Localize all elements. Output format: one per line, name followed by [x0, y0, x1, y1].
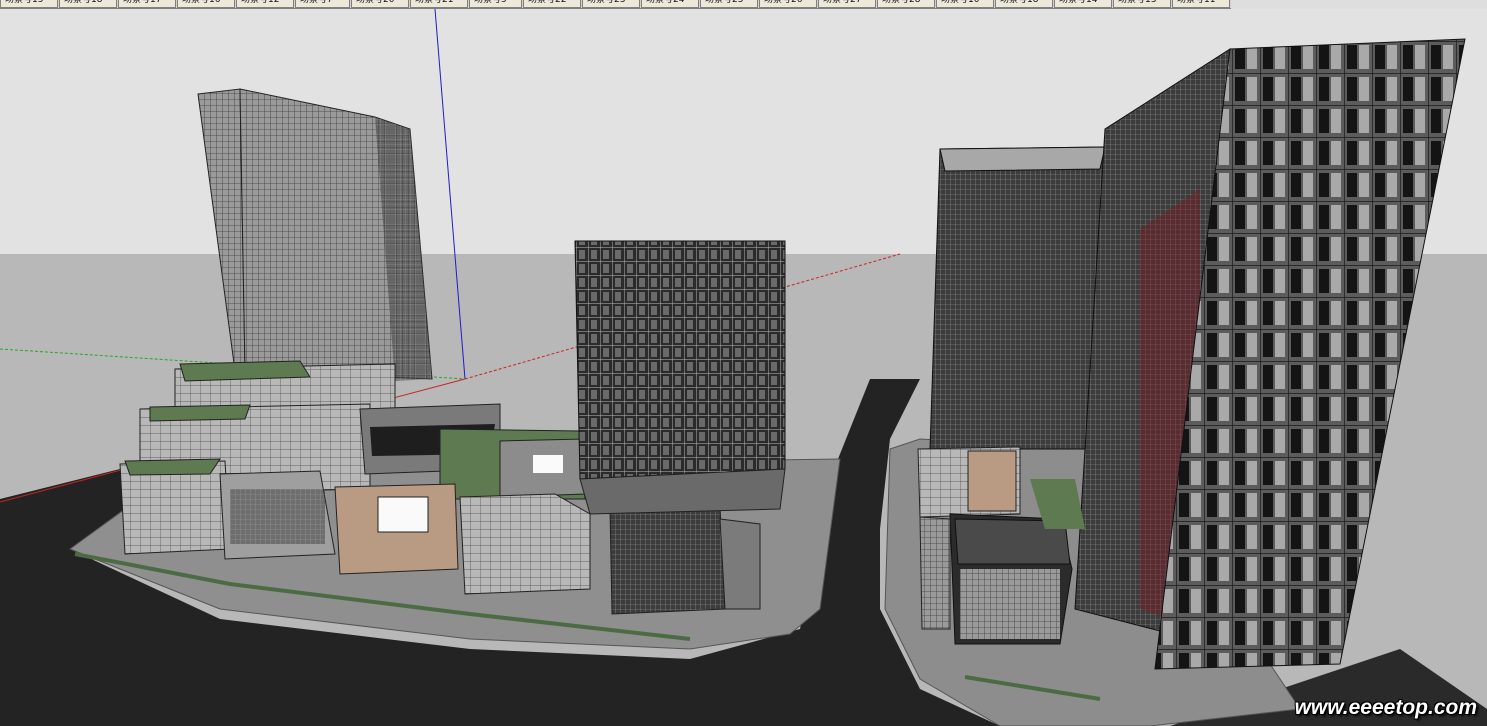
- center-tower: [574, 240, 786, 480]
- green-roof-2: [149, 404, 251, 422]
- scene-tab[interactable]: 场景号23: [582, 0, 640, 8]
- retail-block-5-side: [719, 518, 761, 610]
- retail-block-1-glass: [230, 489, 325, 544]
- scene-tab[interactable]: 场景号7: [295, 0, 350, 8]
- scene-tab[interactable]: 场景号20: [351, 0, 409, 8]
- scene-tab[interactable]: 场景号12: [236, 0, 294, 8]
- east-low-block-2: [919, 516, 951, 630]
- scene-tab[interactable]: 场景号10: [936, 0, 994, 8]
- scene-tab[interactable]: 场景号5: [469, 0, 522, 8]
- retail-block-5: [609, 506, 726, 615]
- scene-tab[interactable]: 场景号24: [641, 0, 699, 8]
- scene-tab[interactable]: 场景号13: [1113, 0, 1171, 8]
- east-low-block-wood: [967, 450, 1017, 512]
- green-roof-3: [124, 458, 221, 476]
- sketchup-window: 场景号15 场景号18 场景号17 场景号16 场景号12 场景号7 场景号20 场景号21 场…: [0, 0, 1487, 726]
- east-low-block-glass: [960, 569, 1060, 639]
- scene-tab[interactable]: 场景号11: [1172, 0, 1230, 8]
- model-scene: [0, 8, 1487, 726]
- scene-tab[interactable]: 场景号18: [59, 0, 117, 8]
- scene-tab-bar: 场景号15 场景号18 场景号17 场景号16 场景号12 场景号7 场景号20 场景号21 场…: [0, 0, 1231, 9]
- scene-tab[interactable]: 场景号27: [818, 0, 876, 8]
- scene-tab[interactable]: 场景号25: [700, 0, 758, 8]
- scene-tab[interactable]: 场景号14: [1054, 0, 1112, 8]
- billboard-2: [533, 455, 563, 473]
- scene-tab[interactable]: 场景号22: [523, 0, 581, 8]
- east-midrise-crown: [939, 146, 1106, 172]
- watermark: www.eeeetop.com: [1294, 696, 1477, 719]
- scene-tab[interactable]: 场景号16: [177, 0, 235, 8]
- retail-block-4: [459, 493, 591, 595]
- scene-tab[interactable]: 场景号21: [410, 0, 468, 8]
- 3d-viewport[interactable]: [0, 8, 1487, 726]
- scene-tab[interactable]: 场景号17: [118, 0, 176, 8]
- scene-tab[interactable]: 场景号28: [877, 0, 935, 8]
- billboard-1: [377, 496, 429, 533]
- scene-tab[interactable]: 场景号15: [0, 0, 58, 8]
- east-midrise: [929, 146, 1106, 450]
- green-roof-1: [179, 360, 311, 382]
- scene-tab[interactable]: 场景号18: [995, 0, 1053, 8]
- scene-tab[interactable]: 场景号26: [759, 0, 817, 8]
